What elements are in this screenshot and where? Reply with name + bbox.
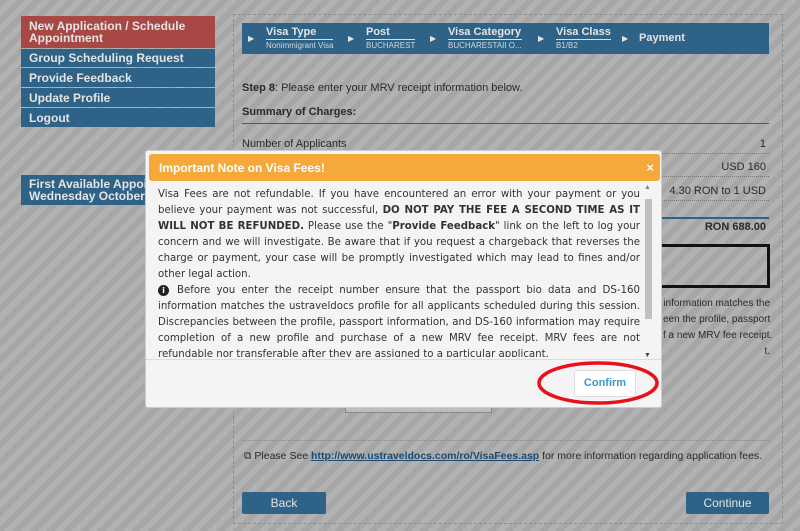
chevron-right-icon: ▶ xyxy=(430,34,437,43)
fees-info: ⧉ Please See http://www.ustraveldocs.com… xyxy=(244,450,762,463)
scroll-up-icon[interactable]: ▲ xyxy=(644,184,651,191)
continue-button[interactable]: Continue xyxy=(686,492,769,514)
step-text: : Please enter your MRV receipt informat… xyxy=(275,82,523,94)
see-prefix: Please See xyxy=(254,450,312,462)
sidebar-item-new-application[interactable]: New Application / Schedule Appointment xyxy=(21,16,215,48)
visa-fees-link[interactable]: http://www.ustraveldocs.com/ro/VisaFees.… xyxy=(311,450,539,462)
feedback-ref: Provide Feedback xyxy=(392,221,496,232)
crumb-sub: BUCHARESTAII O... xyxy=(448,41,522,50)
row-value: USD 160 xyxy=(721,161,766,173)
scrollbar-thumb[interactable] xyxy=(645,199,652,319)
sidebar-item-group-scheduling[interactable]: Group Scheduling Request xyxy=(21,49,215,67)
row-value: 4.30 RON to 1 USD xyxy=(669,185,766,197)
chevron-right-icon: ▶ xyxy=(348,34,355,43)
confirm-button[interactable]: Confirm xyxy=(574,370,636,397)
step-label: Step 8 xyxy=(242,82,276,94)
crumb-title: Visa Category xyxy=(448,26,522,40)
modal-footer: Confirm xyxy=(146,359,661,407)
note-line: f a new MRV fee receipt. xyxy=(663,330,773,341)
breadcrumb-payment: Payment xyxy=(639,32,685,44)
see-suffix: for more information regarding applicati… xyxy=(539,450,763,462)
sidebar-item-update-profile[interactable]: Update Profile xyxy=(21,88,215,107)
modal-scrollbar[interactable]: ▲ ▼ xyxy=(643,184,653,359)
breadcrumb-post[interactable]: Post BUCHAREST xyxy=(366,26,416,50)
chevron-right-icon: ▶ xyxy=(622,34,629,43)
text: Before you enter the receipt number ensu… xyxy=(158,285,640,357)
fee-refund-paragraph: Visa Fees are not refundable. If you hav… xyxy=(158,187,640,283)
modal-body: Visa Fees are not refundable. If you hav… xyxy=(158,187,640,357)
modal-title: Important Note on Visa Fees! xyxy=(159,161,325,175)
breadcrumb-visa-category[interactable]: Visa Category BUCHARESTAII O... xyxy=(448,26,522,50)
crumb-sub: BUCHAREST xyxy=(366,41,416,50)
visa-fees-modal: Important Note on Visa Fees! × Visa Fees … xyxy=(145,150,662,408)
sidebar-item-logout[interactable]: Logout xyxy=(21,108,215,127)
close-icon[interactable]: × xyxy=(646,160,654,175)
modal-header: Important Note on Visa Fees! × xyxy=(149,154,660,181)
external-link-icon: ⧉ xyxy=(244,450,255,462)
breadcrumb-visa-type[interactable]: Visa Type Nonimmigrant Visa xyxy=(266,26,334,50)
crumb-title: Visa Class xyxy=(556,26,611,40)
step-instruction: Step 8: Please enter your MRV receipt in… xyxy=(242,82,522,94)
note-line: een the profile, passport xyxy=(663,314,771,325)
receipt-paragraph: i Before you enter the receipt number ens… xyxy=(158,283,640,357)
row-value: 1 xyxy=(759,138,766,150)
row-label: Number of Applicants xyxy=(242,138,347,150)
note-line: t. xyxy=(764,346,770,357)
first-available-line2: Wednesday October 2 xyxy=(29,189,155,203)
crumb-sub: B1/B2 xyxy=(556,41,578,50)
crumb-sub: Nonimmigrant Visa xyxy=(266,41,334,50)
back-button[interactable]: Back xyxy=(242,492,326,514)
breadcrumb-visa-class[interactable]: Visa Class B1/B2 xyxy=(556,26,611,50)
breadcrumb: ▶ Visa Type Nonimmigrant Visa ▶ Post BUCHA… xyxy=(242,23,769,54)
scroll-down-icon[interactable]: ▼ xyxy=(644,352,651,359)
summary-title: Summary of Charges: xyxy=(242,106,769,124)
receipt-note: information matches the een the profile, … xyxy=(663,296,773,360)
chevron-right-icon: ▶ xyxy=(248,34,255,43)
chevron-right-icon: ▶ xyxy=(538,34,545,43)
crumb-title: Visa Type xyxy=(266,26,334,40)
note-line: information matches the xyxy=(663,298,770,309)
sidebar-item-provide-feedback[interactable]: Provide Feedback xyxy=(21,68,215,87)
info-icon: i xyxy=(158,285,169,296)
text: Please use the " xyxy=(303,221,393,232)
row-value: RON 688.00 xyxy=(704,221,766,233)
crumb-title: Post xyxy=(366,26,416,40)
divider xyxy=(242,440,769,441)
